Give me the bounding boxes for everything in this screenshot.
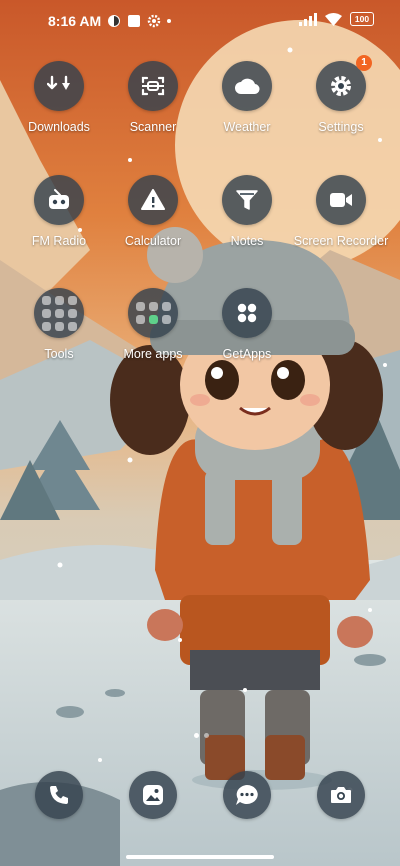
folder-icon [34, 288, 84, 338]
dock-gallery-button[interactable] [129, 771, 177, 819]
camera-icon [331, 787, 351, 803]
battery-indicator: 100 [350, 12, 374, 26]
download-icon [34, 61, 84, 111]
gear-icon: 1 [316, 55, 372, 111]
app-downloads[interactable]: Downloads [9, 61, 109, 135]
scanner-icon [128, 61, 178, 111]
app-notes[interactable]: Notes [197, 175, 297, 249]
clock: 8:16 AM [48, 13, 102, 29]
app-calculator[interactable]: Calculator [103, 175, 203, 249]
messages-icon [236, 785, 258, 805]
calculator-icon [128, 175, 178, 225]
page-indicator [194, 733, 209, 738]
app-label: GetApps [222, 347, 272, 361]
status-bar: 8:16 AM 100 [0, 0, 400, 44]
dock-phone-button[interactable] [35, 771, 83, 819]
app-label: FM Radio [31, 234, 87, 248]
folder-more-apps[interactable]: More apps [103, 288, 203, 362]
app-label: Scanner [129, 120, 177, 134]
page-dot [204, 733, 209, 738]
settings-notification-icon [147, 14, 161, 28]
gallery-notification-icon [128, 15, 141, 27]
folder-label: More apps [123, 347, 183, 361]
dock-camera-button[interactable] [317, 771, 365, 819]
home-gesture-bar[interactable] [126, 855, 274, 859]
app-scanner[interactable]: Scanner [103, 61, 203, 135]
app-label: Calculator [124, 234, 182, 248]
app-label: Screen Recorder [293, 234, 389, 248]
radio-icon [34, 175, 84, 225]
app-settings[interactable]: 1 Settings [291, 55, 391, 135]
notification-badge: 1 [356, 55, 372, 71]
gallery-icon [143, 785, 163, 805]
app-label: Notes [230, 234, 264, 248]
app-store-icon [222, 288, 272, 338]
app-screen-recorder[interactable]: Screen Recorder [291, 175, 391, 249]
app-label: Downloads [28, 120, 90, 134]
notes-icon [222, 175, 272, 225]
folder-icon [128, 288, 178, 338]
dock [0, 771, 400, 821]
app-fm-radio[interactable]: FM Radio [9, 175, 109, 249]
dock-messages-button[interactable] [223, 771, 271, 819]
phone-icon [50, 786, 68, 804]
more-notifications-dot [167, 19, 172, 23]
folder-label: Tools [44, 347, 74, 361]
folder-tools[interactable]: Tools [9, 288, 109, 362]
signal-icon [299, 12, 317, 26]
app-label: Weather [223, 120, 271, 134]
app-weather[interactable]: Weather [197, 61, 297, 135]
page-dot-active [194, 733, 199, 738]
wifi-icon [325, 12, 342, 26]
video-camera-icon [316, 175, 366, 225]
app-getapps[interactable]: GetApps [197, 288, 297, 362]
battery-level: 100 [354, 14, 370, 24]
app-label: Settings [318, 120, 364, 134]
cloud-icon [222, 61, 272, 111]
app-notification-icon [108, 15, 121, 27]
